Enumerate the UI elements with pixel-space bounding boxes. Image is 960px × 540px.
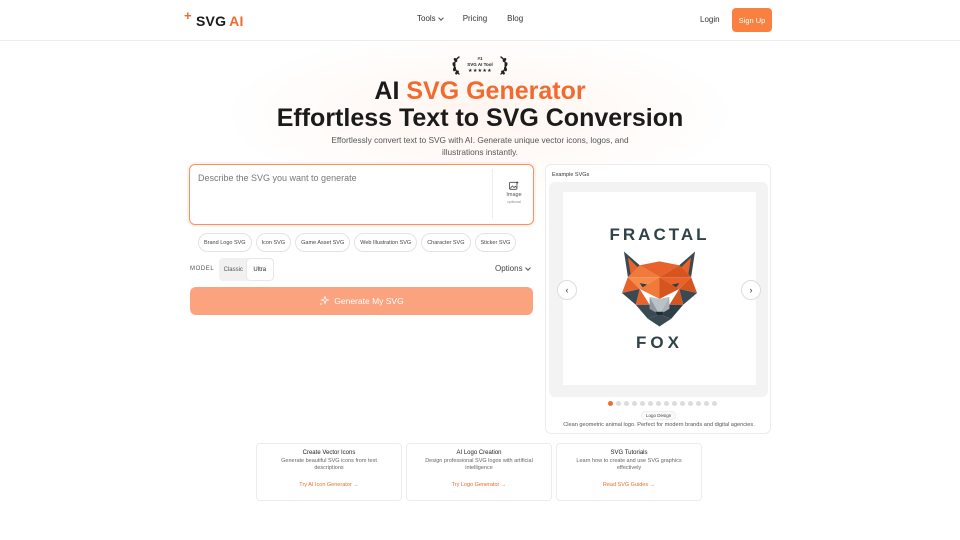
feature-link-svg-guides[interactable]: Read SVG Guides →: [557, 482, 701, 488]
chip-brand-logo[interactable]: Brand Logo SVG: [198, 233, 252, 252]
logo[interactable]: + SVG AI: [184, 8, 244, 30]
sparkle-icon: [319, 296, 330, 306]
carousel-prev-button[interactable]: ‹: [557, 280, 577, 300]
prompt-box: Image optional: [189, 164, 534, 225]
carousel-dot[interactable]: [664, 401, 669, 406]
carousel-dot[interactable]: [624, 401, 629, 406]
carousel-next-button[interactable]: ›: [741, 280, 761, 300]
example-carousel: FRACTAL FOX ‹ ›: [549, 182, 768, 397]
chevron-down-icon: [437, 14, 444, 21]
carousel-dot[interactable]: [704, 401, 709, 406]
title-accent: SVG Generator: [406, 77, 586, 105]
nav-tools[interactable]: Tools: [417, 14, 444, 23]
model-label: MODEL: [190, 266, 215, 272]
carousel-dot[interactable]: [648, 401, 653, 406]
badge-title: SVG AI Tool: [467, 61, 493, 67]
login-link[interactable]: Login: [700, 15, 720, 24]
top-navbar: + SVG AI Tools Pricing Blog Login Sign Up: [0, 0, 960, 41]
logo-text: SVG AI: [196, 13, 244, 29]
example-caption: Clean geometric animal logo. Perfect for…: [563, 422, 755, 428]
generate-button[interactable]: Generate My SVG: [190, 287, 533, 315]
carousel-dot[interactable]: [656, 401, 661, 406]
logo-sparkle-icon: +: [184, 8, 192, 23]
image-optional-label: optional: [507, 200, 521, 204]
chevron-down-icon: [524, 264, 531, 271]
carousel-dot[interactable]: [712, 401, 717, 406]
model-ultra[interactable]: Ultra: [246, 259, 273, 280]
example-title: Example SVGs: [552, 172, 590, 178]
fox-logo-icon: [621, 251, 698, 327]
carousel-dot[interactable]: [632, 401, 637, 406]
feature-cards: Create Vector Icons Generate beautiful S…: [256, 443, 702, 501]
chip-icon[interactable]: Icon SVG: [255, 233, 292, 252]
generate-label: Generate My SVG: [334, 296, 404, 306]
feature-link-logo-generator[interactable]: Try Logo Generator →: [407, 482, 551, 488]
page-subtitle: Effortless Text to SVG Conversion: [276, 104, 684, 132]
carousel-dot[interactable]: [672, 401, 677, 406]
carousel-dots: [608, 401, 717, 406]
feature-description: Design professional SVG logos with artif…: [425, 458, 533, 471]
feature-card-logos: AI Logo Creation Design professional SVG…: [406, 443, 552, 501]
feature-title: Create Vector Icons: [302, 450, 356, 456]
image-add-icon: [509, 181, 519, 190]
fox-logo-text-bottom: FOX: [636, 333, 683, 352]
feature-description: Generate beautiful SVG icons from text d…: [281, 458, 377, 471]
chevron-right-icon: ›: [749, 285, 753, 295]
image-label: Image: [506, 192, 522, 198]
chip-game-asset[interactable]: Game Asset SVG: [295, 233, 351, 252]
nav-pricing[interactable]: Pricing: [463, 14, 487, 23]
badge-stars: ★★★★★: [468, 68, 492, 74]
feature-title: SVG Tutorials: [610, 450, 648, 456]
badge-label: #1 SVG AI Tool: [460, 56, 500, 67]
nav-tools-label: Tools: [417, 14, 436, 23]
nav-blog-label: Blog: [507, 14, 524, 23]
carousel-dot[interactable]: [688, 401, 693, 406]
signup-button[interactable]: Sign Up: [732, 8, 772, 32]
image-upload-button[interactable]: Image optional: [494, 175, 534, 215]
carousel-dot[interactable]: [640, 401, 645, 406]
example-tag: Logo Design: [641, 411, 677, 420]
main-nav: Tools Pricing Blog: [417, 14, 543, 23]
chip-web-illustration[interactable]: Web Illustration SVG: [354, 233, 418, 252]
suggestion-chips: Brand Logo SVG Icon SVG Game Asset SVG W…: [198, 233, 517, 252]
options-dropdown[interactable]: Options: [495, 264, 531, 273]
chip-sticker[interactable]: Sticker SVG: [474, 233, 517, 252]
feature-card-tutorials: SVG Tutorials Learn how to create and us…: [556, 443, 702, 501]
options-label: Options: [495, 264, 523, 273]
logo-accent: AI: [229, 13, 244, 29]
example-image: FRACTAL FOX: [563, 192, 756, 385]
nav-pricing-label: Pricing: [462, 14, 488, 23]
model-toggle: Classic Ultra: [219, 258, 274, 281]
feature-description: Learn how to create and use SVG graphics…: [576, 458, 682, 471]
feature-card-icons: Create Vector Icons Generate beautiful S…: [256, 443, 402, 501]
title-prefix: AI: [374, 77, 400, 105]
chip-character[interactable]: Character SVG: [421, 233, 471, 252]
feature-link-icon-generator[interactable]: Try AI Icon Generator →: [257, 482, 401, 488]
carousel-dot[interactable]: [608, 401, 613, 406]
fox-logo-text-top: FRACTAL: [609, 225, 710, 244]
prompt-input[interactable]: [198, 173, 488, 213]
model-classic[interactable]: Classic: [220, 259, 247, 280]
page-title: AI SVG Generator: [0, 77, 960, 106]
nav-blog[interactable]: Blog: [507, 14, 523, 23]
prompt-divider: [492, 169, 493, 219]
carousel-dot[interactable]: [696, 401, 701, 406]
carousel-dot[interactable]: [616, 401, 621, 406]
example-panel: Example SVGs FRACTAL FOX ‹ › Logo Design…: [545, 164, 771, 434]
feature-title: AI Logo Creation: [456, 450, 502, 456]
award-badge: #1 SVG AI Tool ★★★★★: [450, 54, 510, 76]
carousel-dot[interactable]: [680, 401, 685, 406]
page-description: Effortlessly convert text to SVG with AI…: [331, 135, 629, 157]
chevron-left-icon: ‹: [565, 285, 569, 295]
